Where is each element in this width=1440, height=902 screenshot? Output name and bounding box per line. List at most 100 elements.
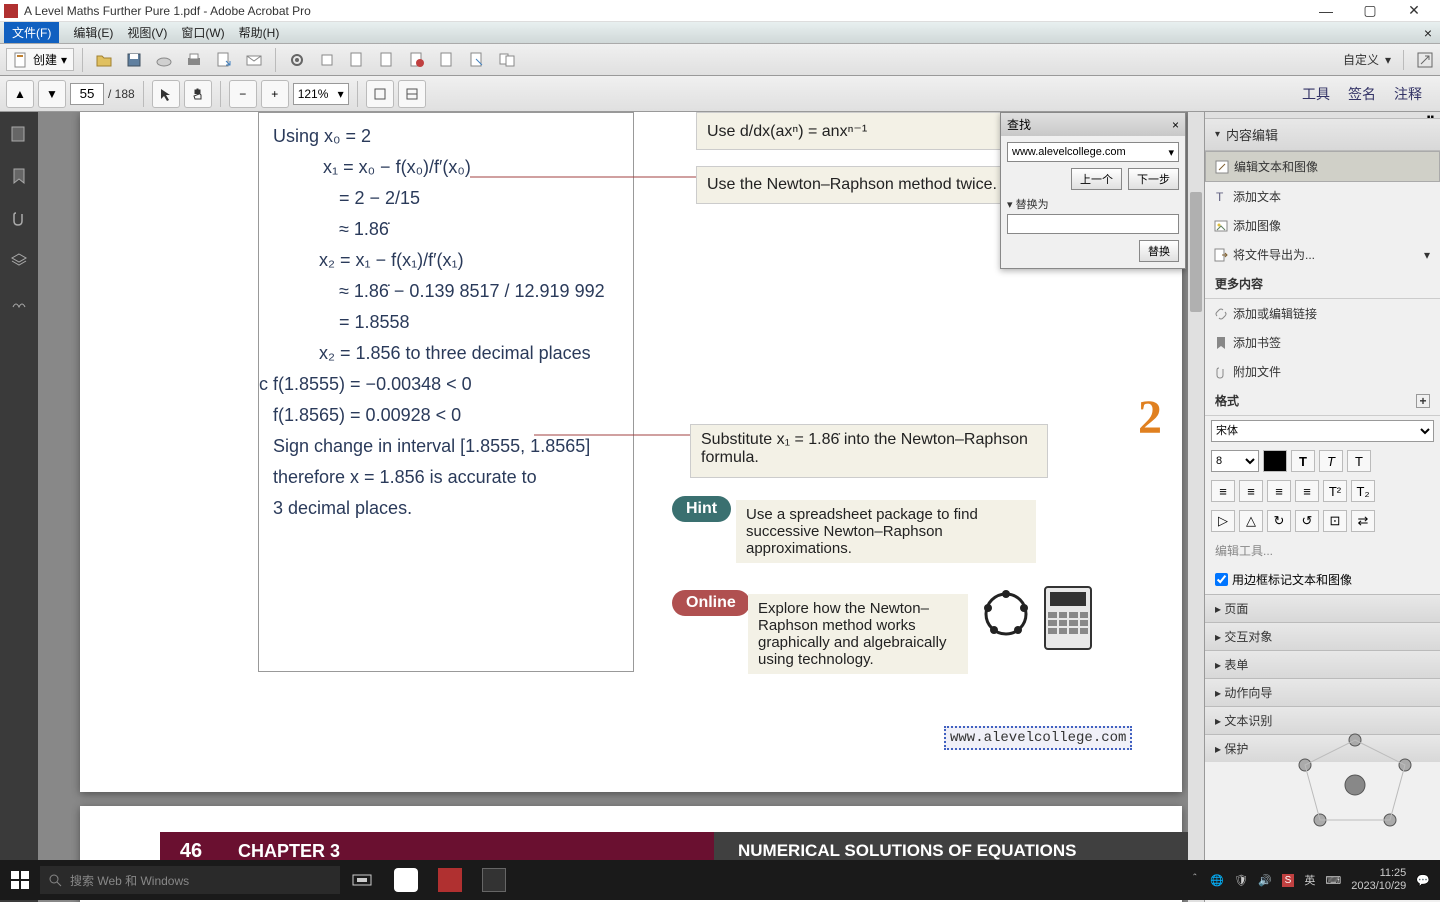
select-tool-button[interactable] bbox=[152, 80, 180, 108]
tray-clock[interactable]: 11:25 2023/10/29 bbox=[1351, 867, 1406, 893]
flip-h-button[interactable]: ▷ bbox=[1211, 510, 1235, 532]
save-button[interactable] bbox=[121, 47, 147, 73]
section-interactive[interactable]: ▸ 交互对象 bbox=[1205, 622, 1440, 650]
prev-page-button[interactable]: ▲ bbox=[6, 80, 34, 108]
tool-add-link[interactable]: 添加或编辑链接 bbox=[1205, 299, 1440, 328]
menu-view[interactable]: 视图(V) bbox=[127, 24, 167, 41]
crop-button[interactable]: ⊡ bbox=[1323, 510, 1347, 532]
align-left-button[interactable]: ≡ bbox=[1211, 480, 1235, 502]
close-document-button[interactable]: × bbox=[1424, 25, 1432, 41]
attachments-button[interactable] bbox=[5, 204, 33, 232]
align-right-button[interactable]: ≡ bbox=[1267, 480, 1291, 502]
section-forms[interactable]: ▸ 表单 bbox=[1205, 650, 1440, 678]
section-action-wizard[interactable]: ▸ 动作向导 bbox=[1205, 678, 1440, 706]
tray-input-icon[interactable]: ⌨ bbox=[1325, 874, 1341, 887]
tray-chevron-icon[interactable]: ＾ bbox=[1189, 872, 1200, 888]
replace-page-button[interactable] bbox=[494, 47, 520, 73]
scrollbar-thumb[interactable] bbox=[1190, 192, 1202, 312]
annotate-tab[interactable]: 注释 bbox=[1394, 84, 1422, 104]
zoom-select[interactable]: 121%▾ bbox=[293, 83, 349, 105]
menu-file[interactable]: 文件(F) bbox=[4, 22, 59, 43]
layers-button[interactable] bbox=[5, 246, 33, 274]
plus-icon[interactable]: + bbox=[1416, 394, 1430, 408]
print-button[interactable] bbox=[181, 47, 207, 73]
tray-ime-icon[interactable]: S bbox=[1282, 874, 1295, 886]
task-view-button[interactable] bbox=[340, 860, 384, 900]
tool-edit-text-images[interactable]: 编辑文本和图像 bbox=[1205, 151, 1440, 182]
page-tool1-button[interactable] bbox=[344, 47, 370, 73]
menu-edit[interactable]: 编辑(E) bbox=[73, 24, 113, 41]
fit-width-button[interactable] bbox=[398, 80, 426, 108]
tray-volume-icon[interactable]: 🔊 bbox=[1258, 874, 1272, 887]
sign-tab[interactable]: 签名 bbox=[1348, 84, 1376, 104]
checkbox-input[interactable] bbox=[1215, 573, 1228, 586]
zoom-out-button[interactable]: − bbox=[229, 80, 257, 108]
expand-icon[interactable] bbox=[1416, 51, 1434, 69]
replace-button[interactable]: 替换 bbox=[1139, 240, 1179, 262]
crop-button[interactable] bbox=[434, 47, 460, 73]
menu-help[interactable]: 帮助(H) bbox=[239, 24, 280, 41]
color-picker[interactable] bbox=[1263, 450, 1287, 472]
bookmarks-button[interactable] bbox=[5, 162, 33, 190]
page-number-input[interactable] bbox=[70, 83, 104, 105]
flip-v-button[interactable]: △ bbox=[1239, 510, 1263, 532]
taskbar-app-1[interactable] bbox=[384, 860, 428, 900]
rotate-tool-button[interactable] bbox=[314, 47, 340, 73]
tray-icon[interactable]: 🛡 bbox=[1234, 874, 1248, 887]
start-button[interactable] bbox=[0, 860, 40, 900]
taskbar-app-3[interactable] bbox=[472, 860, 516, 900]
tools-tab[interactable]: 工具 bbox=[1302, 84, 1330, 104]
hand-tool-button[interactable] bbox=[184, 80, 212, 108]
align-justify-button[interactable]: ≡ bbox=[1295, 480, 1319, 502]
section-page[interactable]: ▸ 页面 bbox=[1205, 594, 1440, 622]
find-next-button[interactable]: 下一步 bbox=[1128, 168, 1179, 190]
find-dialog-header[interactable]: 查找 × bbox=[1001, 113, 1185, 136]
tray-ime-label[interactable]: 英 bbox=[1304, 872, 1315, 888]
superscript-button[interactable]: T² bbox=[1323, 480, 1347, 502]
replace-input[interactable] bbox=[1007, 214, 1179, 234]
bold-button[interactable]: T bbox=[1291, 450, 1315, 472]
vertical-scrollbar[interactable] bbox=[1188, 112, 1204, 902]
extract-button[interactable] bbox=[464, 47, 490, 73]
menu-window[interactable]: 窗口(W) bbox=[181, 24, 224, 41]
signatures-button[interactable] bbox=[5, 288, 33, 316]
open-button[interactable] bbox=[91, 47, 117, 73]
find-input[interactable]: www.alevelcollege.com ▾ bbox=[1007, 142, 1179, 162]
taskbar-search[interactable]: 搜索 Web 和 Windows bbox=[40, 866, 340, 894]
selected-text-url[interactable]: www.alevelcollege.com bbox=[944, 726, 1132, 750]
rotate-cw-button[interactable]: ↻ bbox=[1267, 510, 1291, 532]
tool-add-text[interactable]: T添加文本 bbox=[1205, 182, 1440, 211]
gear-tool-button[interactable] bbox=[284, 47, 310, 73]
tray-notifications-icon[interactable]: 💬 bbox=[1416, 874, 1430, 887]
page-tool2-button[interactable] bbox=[374, 47, 400, 73]
section-content-edit[interactable]: ▾内容编辑 bbox=[1205, 118, 1440, 151]
italic-button[interactable]: T bbox=[1319, 450, 1343, 472]
thumbnails-button[interactable] bbox=[5, 120, 33, 148]
close-window-button[interactable]: ✕ bbox=[1392, 1, 1436, 21]
next-page-button[interactable]: ▼ bbox=[38, 80, 66, 108]
subscript-button[interactable]: T₂ bbox=[1351, 480, 1375, 502]
minimize-button[interactable]: — bbox=[1304, 1, 1348, 21]
cloud-button[interactable] bbox=[151, 47, 177, 73]
find-dialog[interactable]: 查找 × www.alevelcollege.com ▾ 上一个 下一步 ▾ 替… bbox=[1000, 112, 1186, 269]
tool-add-bookmark[interactable]: 添加书签 bbox=[1205, 328, 1440, 357]
tool-attach-file[interactable]: 附加文件 bbox=[1205, 357, 1440, 386]
replace-button[interactable]: ⇄ bbox=[1351, 510, 1375, 532]
save-as-button[interactable] bbox=[211, 47, 237, 73]
tray-icon[interactable]: 🌐 bbox=[1210, 874, 1224, 887]
font-select[interactable]: 宋体 bbox=[1211, 420, 1434, 442]
document-viewport[interactable]: Using x₀ = 2 x₁ = x₀ − f(x₀)/f′(x₀) = 2 … bbox=[38, 112, 1204, 902]
taskbar-app-acrobat[interactable] bbox=[428, 860, 472, 900]
underline-button[interactable]: T bbox=[1347, 450, 1371, 472]
font-size-select[interactable]: 8 bbox=[1211, 450, 1259, 472]
find-prev-button[interactable]: 上一个 bbox=[1071, 168, 1122, 190]
tool-add-image[interactable]: 添加图像 bbox=[1205, 211, 1440, 240]
mark-with-box-checkbox[interactable]: 用边框标记文本和图像 bbox=[1205, 565, 1440, 594]
zoom-in-button[interactable]: + bbox=[261, 80, 289, 108]
maximize-button[interactable]: ▢ bbox=[1348, 1, 1392, 21]
tool-export-file[interactable]: 将文件导出为...▾ bbox=[1205, 240, 1440, 269]
delete-page-button[interactable] bbox=[404, 47, 430, 73]
create-button[interactable]: 创建 ▾ bbox=[6, 48, 74, 71]
email-button[interactable] bbox=[241, 47, 267, 73]
fit-page-button[interactable] bbox=[366, 80, 394, 108]
